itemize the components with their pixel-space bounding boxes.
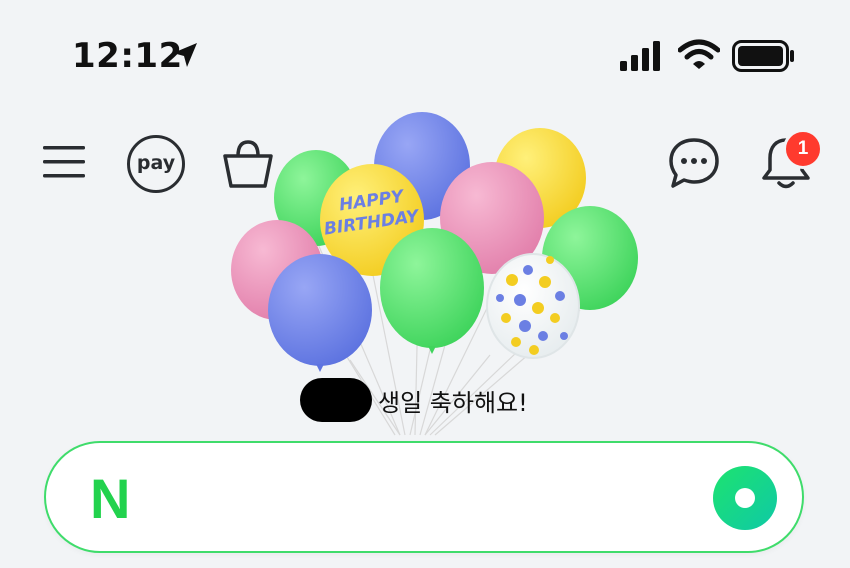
- redacted-username: [300, 378, 372, 422]
- notification-badge: 1: [783, 129, 823, 169]
- cellular-signal-icon: [620, 41, 660, 71]
- birthday-message-text: 생일 축하해요!: [378, 388, 528, 417]
- birthday-message: 생일 축하해요!: [300, 378, 528, 422]
- battery-icon: [732, 40, 794, 72]
- location-arrow-icon: [173, 43, 197, 67]
- pay-label: pay: [136, 152, 176, 174]
- wifi-icon: [678, 39, 720, 69]
- search-bar[interactable]: N: [44, 441, 804, 553]
- status-time: 12:12: [72, 36, 183, 76]
- top-navigation: pay: [0, 130, 850, 200]
- pay-button[interactable]: pay: [127, 135, 185, 193]
- shopping-bag-icon[interactable]: [220, 136, 276, 192]
- chat-bubble-icon[interactable]: [668, 136, 720, 192]
- naver-n-logo: N: [90, 467, 131, 530]
- status-bar: 12:12: [0, 0, 850, 115]
- hamburger-menu-icon[interactable]: [40, 140, 88, 184]
- green-dot-lens-icon[interactable]: [712, 465, 778, 531]
